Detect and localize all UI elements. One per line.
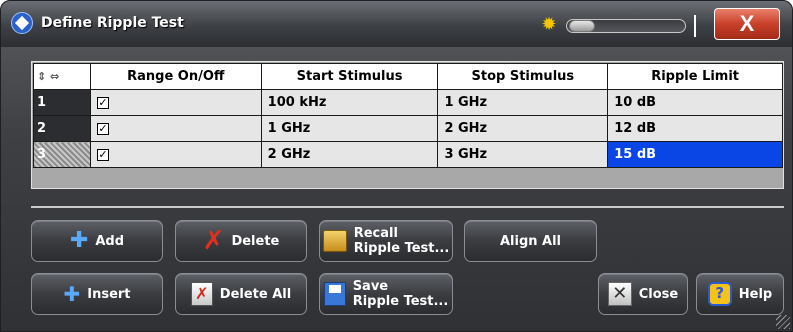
stop-stimulus-cell[interactable]: 1 GHz — [437, 89, 609, 116]
plus-icon: ✚ — [69, 228, 89, 253]
window-resize-grip[interactable] — [776, 315, 790, 329]
resize-arrows-icon: ⇕ ⇔ — [37, 70, 60, 83]
start-stimulus-cell[interactable]: 100 kHz — [260, 89, 439, 116]
start-stimulus-cell[interactable]: 2 GHz — [260, 141, 439, 168]
save-label-line1: Save — [352, 279, 389, 294]
folder-icon — [322, 230, 347, 252]
insert-plus-icon: ✚ — [63, 282, 81, 306]
insert-button-label: Insert — [87, 286, 131, 302]
ripple-limit-cell[interactable]: 10 dB — [607, 89, 783, 116]
delete-button[interactable]: ✗ Delete — [175, 220, 307, 262]
floppy-disk-icon — [323, 282, 346, 306]
range-checkbox[interactable]: ✓ — [96, 122, 109, 135]
delete-all-icon: ✗ — [190, 282, 213, 306]
range-checkbox[interactable]: ✓ — [96, 96, 109, 109]
save-ripple-test-button[interactable]: Save Ripple Test... — [319, 273, 453, 315]
recall-ripple-test-button[interactable]: Recall Ripple Test... — [319, 220, 453, 262]
row-number[interactable]: 2 — [33, 115, 91, 142]
save-label-line2: Ripple Test... — [352, 294, 449, 309]
help-button-label: Help — [738, 286, 773, 302]
header-ripple-limit[interactable]: Ripple Limit — [607, 63, 783, 90]
add-button[interactable]: ✚ Add — [31, 220, 163, 262]
range-checkbox[interactable]: ✓ — [96, 148, 109, 161]
table-row[interactable]: 3 ✓ 2 GHz 3 GHz 15 dB — [33, 141, 783, 168]
recall-label-line1: Recall — [353, 226, 398, 241]
ripple-limit-cell-selected[interactable]: 15 dB — [607, 141, 783, 168]
help-icon: ? — [707, 282, 732, 306]
table-row[interactable]: 1 ✓ 100 kHz 1 GHz 10 dB — [33, 89, 783, 116]
divider — [31, 206, 784, 208]
row-number[interactable]: 1 — [33, 89, 91, 116]
range-checkbox-cell[interactable]: ✓ — [89, 89, 262, 116]
red-x-icon: ✗ — [202, 226, 225, 256]
range-checkbox-cell[interactable]: ✓ — [89, 115, 262, 142]
recall-label-line2: Ripple Test... — [353, 241, 450, 256]
title-bar[interactable]: Define Ripple Test ✹ X — [1, 1, 792, 47]
close-button[interactable]: ✕ Close — [598, 273, 688, 315]
align-all-button[interactable]: Align All — [464, 220, 597, 262]
row-number[interactable]: 3 — [33, 141, 91, 168]
insert-button[interactable]: ✚ Insert — [31, 273, 163, 315]
window-close-button[interactable]: X — [714, 8, 780, 40]
align-all-label: Align All — [499, 233, 562, 249]
header-range-on-off[interactable]: Range On/Off — [89, 63, 262, 90]
save-button-label: Save Ripple Test... — [353, 279, 449, 309]
recall-button-label: Recall Ripple Test... — [354, 226, 450, 256]
help-button[interactable]: ? Help — [696, 273, 784, 315]
slider-end-marker — [694, 15, 696, 37]
delete-all-button[interactable]: ✗ Delete All — [175, 273, 307, 315]
ripple-test-table: ⇕ ⇔ Range On/Off Start Stimulus Stop Sti… — [31, 61, 784, 189]
table-corner-resize-cell[interactable]: ⇕ ⇔ — [33, 63, 91, 90]
stop-stimulus-cell[interactable]: 3 GHz — [437, 141, 609, 168]
header-start-stimulus[interactable]: Start Stimulus — [260, 63, 439, 90]
delete-button-label: Delete — [231, 233, 280, 249]
brightness-slider-thumb[interactable] — [569, 20, 595, 32]
dialog-window: Define Ripple Test ✹ X ⇕ ⇔ Range On/Off … — [0, 0, 793, 332]
start-stimulus-cell[interactable]: 1 GHz — [260, 115, 439, 142]
table-row[interactable]: 2 ✓ 1 GHz 2 GHz 12 dB — [33, 115, 783, 142]
brightness-sun-icon: ✹ — [541, 14, 557, 35]
stop-stimulus-cell[interactable]: 2 GHz — [437, 115, 609, 142]
ripple-limit-cell[interactable]: 12 dB — [607, 115, 783, 142]
delete-all-label: Delete All — [219, 286, 292, 302]
app-logo-icon — [11, 12, 33, 34]
close-button-label: Close — [638, 286, 679, 302]
header-stop-stimulus[interactable]: Stop Stimulus — [437, 63, 609, 90]
range-checkbox-cell[interactable]: ✓ — [89, 141, 262, 168]
add-button-label: Add — [95, 233, 125, 249]
close-box-icon: ✕ — [607, 282, 632, 306]
dialog-title: Define Ripple Test — [41, 15, 184, 31]
